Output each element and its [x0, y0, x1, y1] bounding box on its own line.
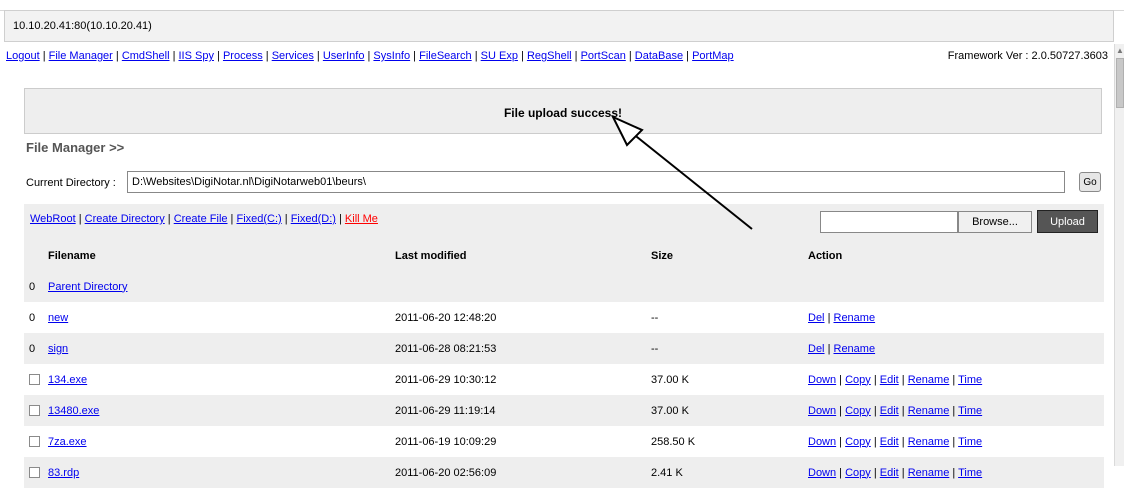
annotation-arrow: [610, 114, 753, 230]
row-action-copy[interactable]: Copy: [845, 467, 871, 479]
filename-link[interactable]: 83.rdp: [48, 467, 79, 479]
separator: |: [870, 466, 880, 479]
arrow-head: [610, 114, 644, 147]
row-action-edit[interactable]: Edit: [880, 467, 899, 479]
separator: |: [898, 466, 908, 479]
row-checkbox[interactable]: [29, 467, 40, 479]
row-action-rename[interactable]: Rename: [908, 467, 950, 479]
row-action-time[interactable]: Time: [958, 467, 982, 479]
separator: |: [949, 466, 959, 479]
separator: |: [836, 466, 846, 479]
row-action-down[interactable]: Down: [808, 467, 836, 479]
arrow-shaft: [631, 132, 753, 230]
